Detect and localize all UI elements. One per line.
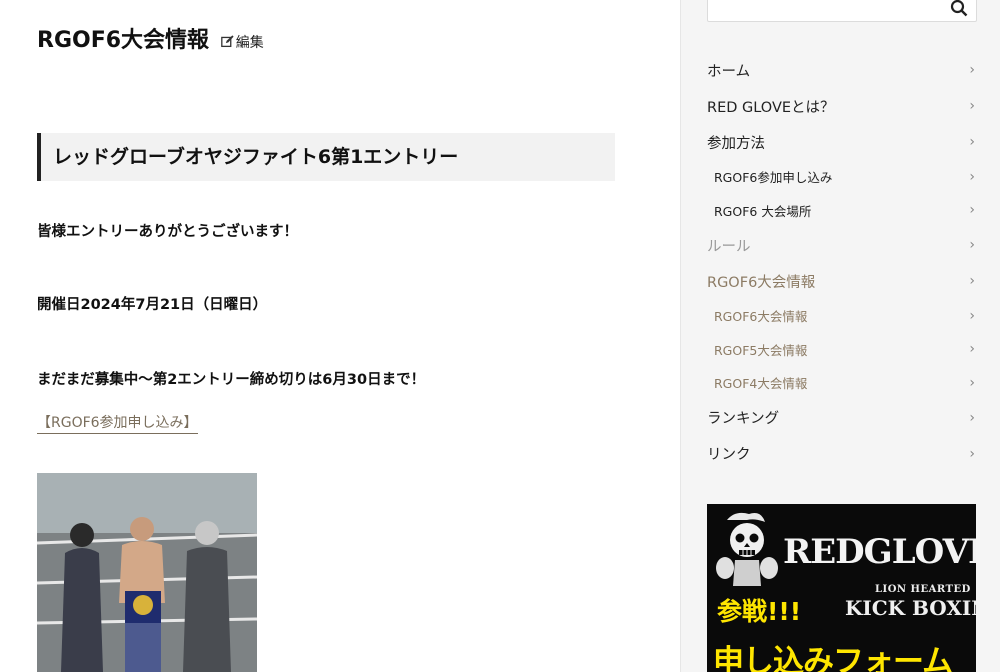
- nav-item-how-to-join[interactable]: 参加方法 ›: [707, 124, 977, 160]
- nav-label: リンク: [707, 447, 751, 463]
- banner-title: REDGLOVE: [783, 532, 976, 572]
- paragraph-deadline: まだまだ募集中～第2エントリー締め切りは6月30日まで！: [37, 372, 426, 388]
- nav-label: ランキング: [707, 411, 780, 427]
- nav-label: RGOF6参加申し込み: [714, 170, 833, 186]
- nav-item-rules[interactable]: ルール ›: [707, 227, 977, 263]
- nav-item-links[interactable]: リンク ›: [707, 436, 977, 472]
- nav-item-about[interactable]: RED GLOVEとは？ ›: [707, 88, 977, 124]
- nav-item-event-info[interactable]: RGOF6大会情報 ›: [707, 263, 977, 299]
- banner-entry-text: 参戦!!!: [717, 597, 802, 626]
- nav-label: 参加方法: [707, 135, 765, 152]
- entry-heading: レッドグローブオヤジファイト6第1エントリー: [37, 133, 615, 181]
- page-title-text: RGOF6大会情報: [37, 28, 210, 53]
- edit-link[interactable]: 編集: [220, 35, 264, 51]
- nav-item-ranking[interactable]: ランキング ›: [707, 400, 977, 436]
- banner-subtitle-2: KICK BOXING: [845, 596, 976, 620]
- chevron-right-icon: ›: [969, 202, 975, 219]
- chevron-right-icon: ›: [969, 168, 975, 185]
- nav-label: ルール: [707, 238, 751, 255]
- chevron-right-icon: ›: [969, 445, 975, 462]
- nav-subitem-rgof4[interactable]: RGOF4大会情報 ›: [707, 366, 977, 400]
- nav-subitem-rgof5[interactable]: RGOF5大会情報 ›: [707, 333, 977, 367]
- nav-label: RGOF6大会情報: [707, 274, 816, 291]
- nav-item-home[interactable]: ホーム ›: [707, 52, 977, 88]
- banner-form-text: 申し込みフォーム: [713, 644, 953, 672]
- chevron-right-icon: ›: [969, 62, 975, 78]
- chevron-right-icon: ›: [969, 307, 975, 324]
- paragraph-date: 開催日2024年7月21日（日曜日）: [37, 297, 268, 313]
- page-title: RGOF6大会情報 編集: [37, 22, 264, 54]
- event-photo-image: [37, 473, 257, 672]
- chevron-right-icon: ›: [969, 237, 975, 253]
- nav-subitem-signup[interactable]: RGOF6参加申し込み ›: [707, 160, 977, 194]
- signup-link[interactable]: 【RGOF6参加申し込み】: [37, 412, 198, 434]
- paragraph-thanks: 皆様エントリーありがとうございます！: [37, 224, 298, 240]
- nav-label: RGOF5大会情報: [714, 342, 808, 358]
- nav-subitem-rgof6[interactable]: RGOF6大会情報 ›: [707, 299, 977, 333]
- nav-label: RGOF4大会情報: [714, 376, 808, 392]
- chevron-right-icon: ›: [969, 134, 975, 150]
- event-photo: [37, 473, 257, 672]
- signup-banner[interactable]: REDGLOVE LION HEARTED KICK BOXING 参戦!!! …: [707, 504, 976, 672]
- chevron-right-icon: ›: [969, 98, 975, 114]
- main-content: RGOF6大会情報 編集 レッドグローブオヤジファイト6第1エントリー 皆様エン…: [0, 0, 680, 672]
- banner-subtitle: LION HEARTED: [875, 584, 971, 595]
- sidebar: ホーム › RED GLOVEとは？ › 参加方法 › RGOF6参加申し込み …: [680, 0, 1000, 672]
- edit-label: 編集: [235, 35, 264, 51]
- nav-label: RGOF6 大会場所: [714, 203, 812, 219]
- sidebar-nav: ホーム › RED GLOVEとは？ › 参加方法 › RGOF6参加申し込み …: [707, 52, 977, 472]
- edit-icon: [220, 35, 234, 48]
- search-icon[interactable]: [950, 0, 968, 17]
- skull-boxer-icon: [716, 512, 778, 586]
- nav-label: RGOF6大会情報: [714, 309, 808, 325]
- chevron-right-icon: ›: [969, 341, 975, 358]
- chevron-right-icon: ›: [969, 374, 975, 391]
- chevron-right-icon: ›: [969, 409, 975, 426]
- nav-subitem-venue[interactable]: RGOF6 大会場所 ›: [707, 194, 977, 228]
- search-input[interactable]: [707, 0, 977, 22]
- chevron-right-icon: ›: [969, 273, 975, 289]
- nav-label: RED GLOVEとは？: [707, 99, 835, 116]
- nav-label: ホーム: [707, 63, 751, 80]
